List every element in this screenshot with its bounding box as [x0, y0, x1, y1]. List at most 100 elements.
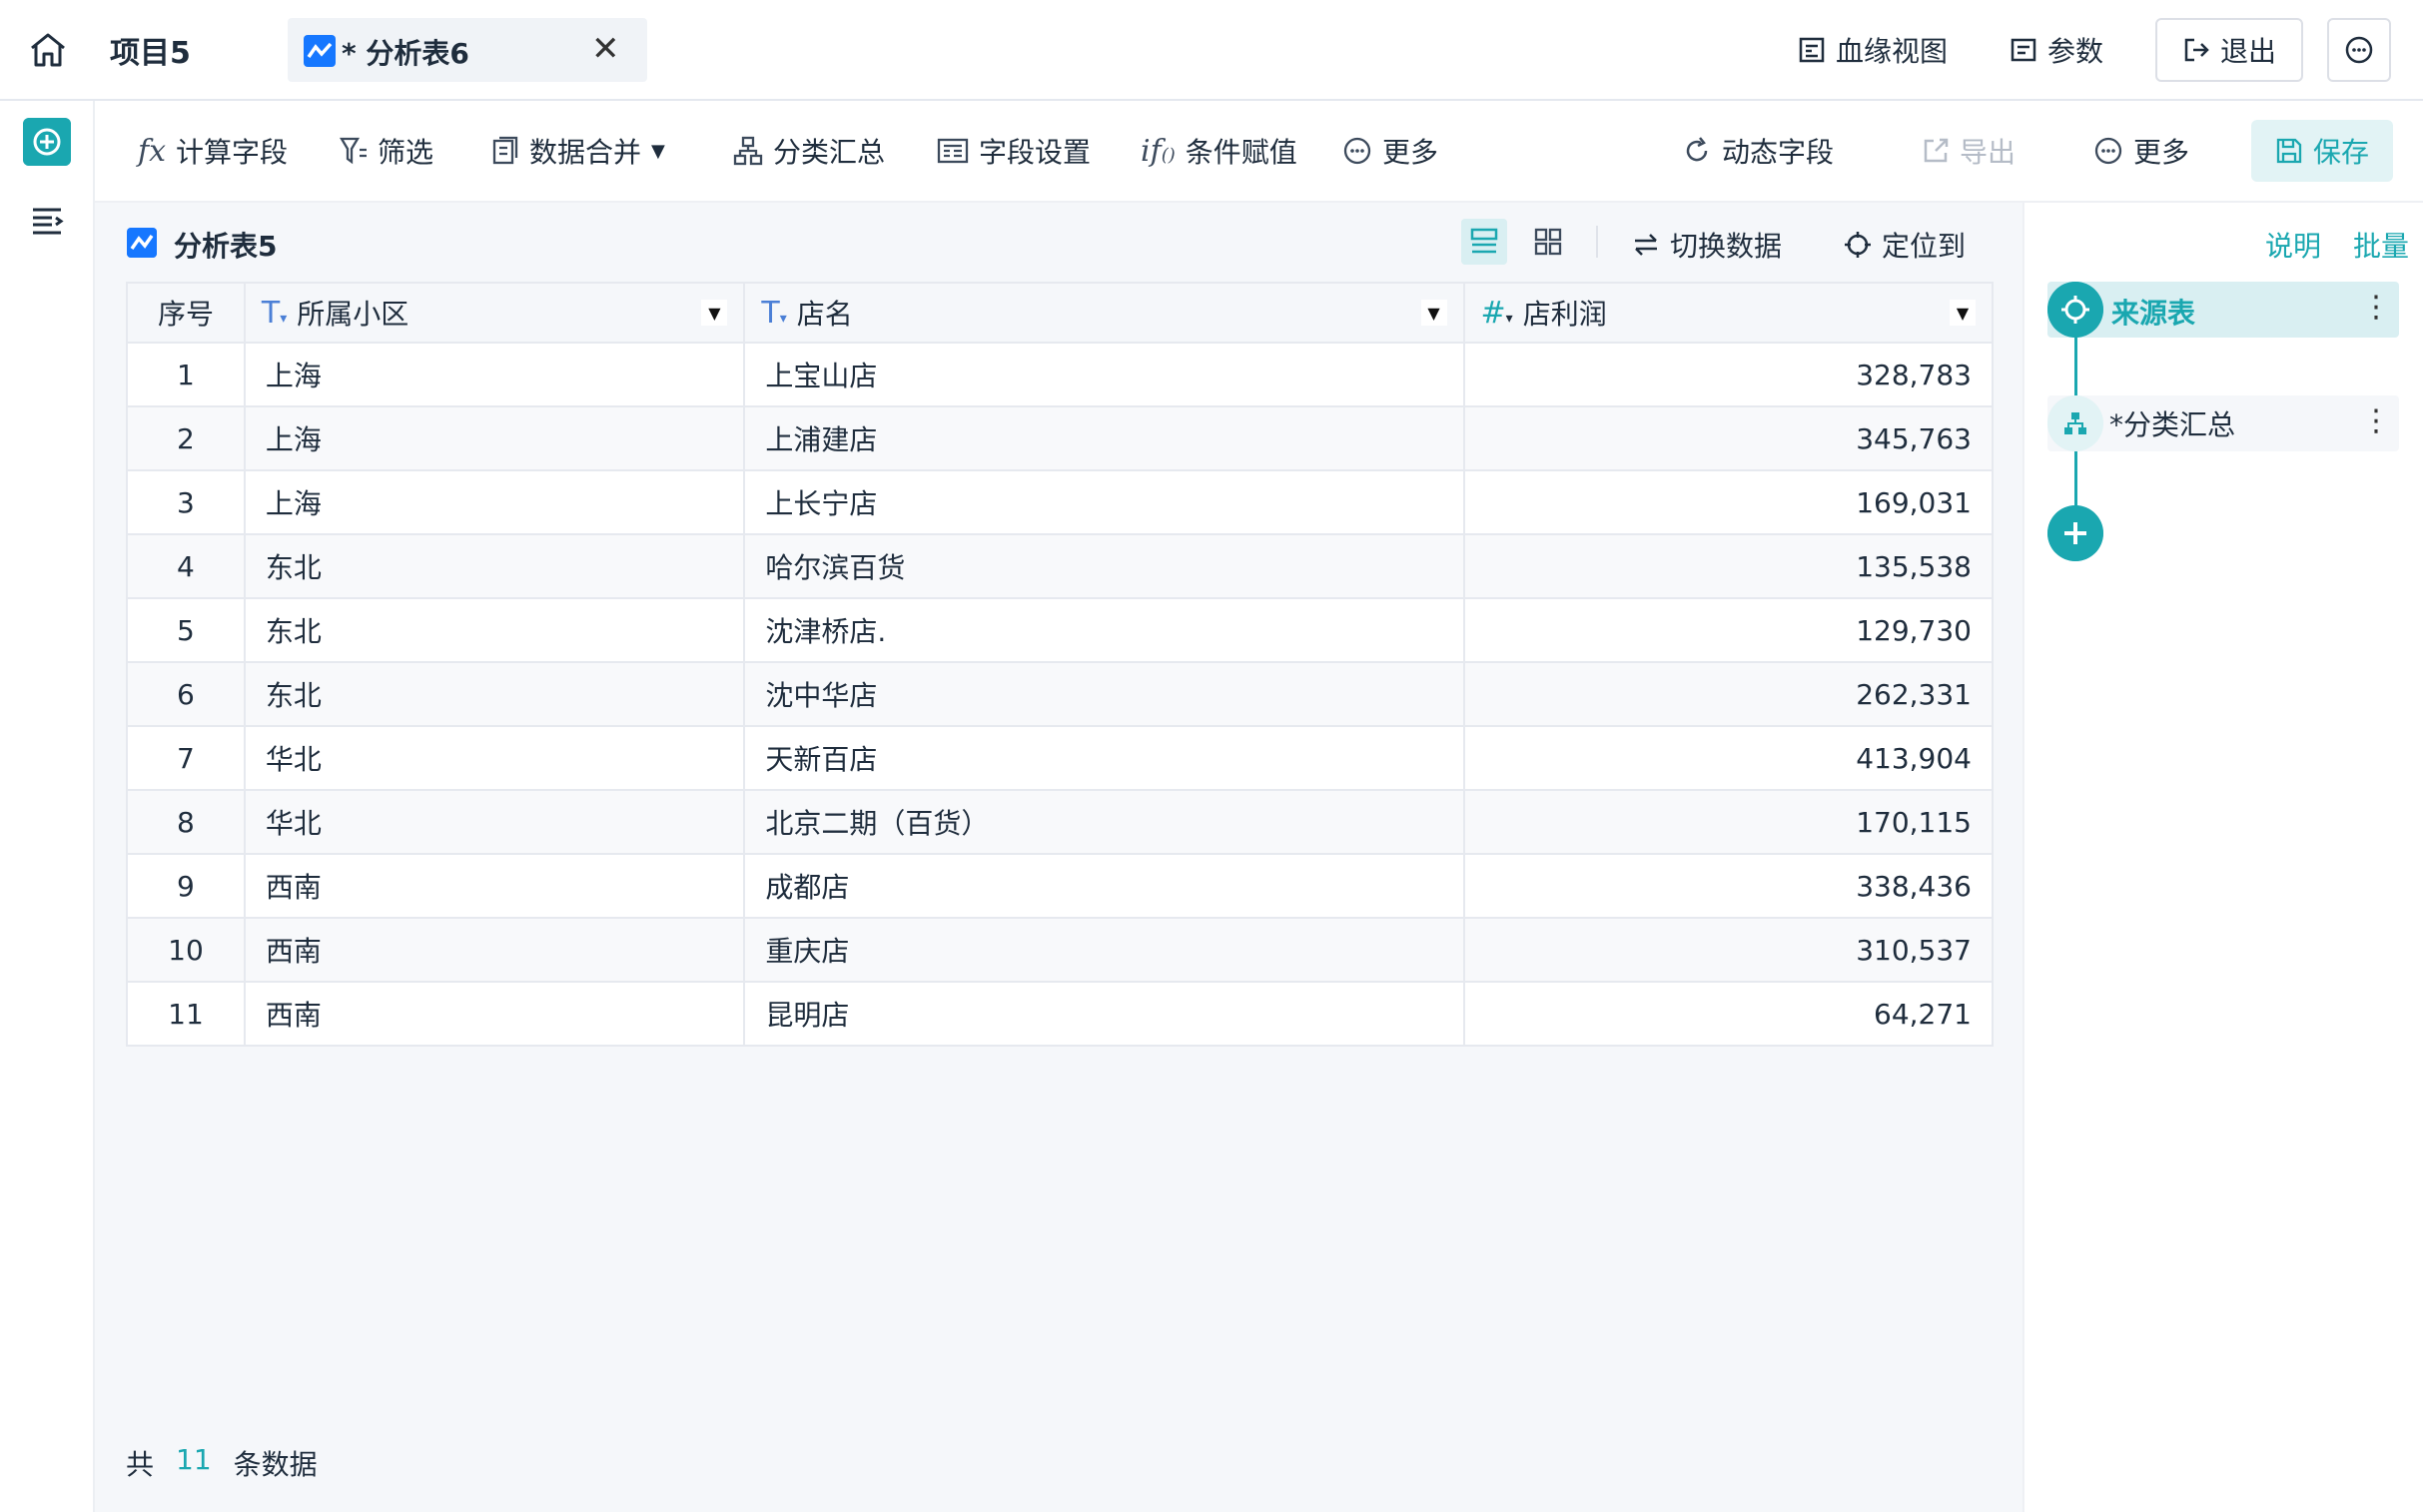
params-button[interactable]: 参数 [2010, 30, 2103, 70]
cell-region: 西南 [243, 981, 746, 1047]
cell-region: 上海 [243, 405, 746, 471]
cell-profit: 169,031 [1462, 469, 1995, 535]
filter-icon [340, 137, 367, 165]
batch-link[interactable]: 批量 [2353, 225, 2409, 265]
if-icon: if() [1141, 133, 1176, 169]
more-tools-button[interactable]: 更多 [1342, 131, 1438, 171]
cell-store: 沈津桥店. [743, 597, 1465, 663]
table-title: 分析表5 [174, 230, 278, 263]
divider [1596, 226, 1598, 258]
table-row[interactable]: 5 东北 沈津桥店. 129,730 [126, 597, 1995, 663]
dropdown-arrow-icon[interactable]: ▼ [701, 300, 728, 326]
more-menu-button[interactable] [2327, 18, 2391, 82]
grid-view-icon[interactable] [1525, 219, 1571, 265]
step-connector [2074, 451, 2077, 507]
table-row[interactable]: 11 西南 昆明店 64,271 [126, 981, 1995, 1047]
cell-store: 上浦建店 [743, 405, 1465, 471]
home-icon[interactable] [28, 32, 68, 68]
cell-profit: 328,783 [1462, 342, 1995, 407]
dropdown-arrow-icon[interactable]: ▼ [1950, 300, 1976, 326]
save-icon [2276, 138, 2302, 164]
locate-label: 定位到 [1882, 230, 1967, 263]
add-step-icon[interactable] [2047, 505, 2103, 561]
lineage-view-button[interactable]: 血缘视图 [1798, 30, 1948, 70]
exit-button[interactable]: 退出 [2155, 18, 2303, 82]
conditional-assign-button[interactable]: if() 条件赋值 [1141, 131, 1297, 171]
filter-button[interactable]: 筛选 [340, 131, 433, 171]
cell-store: 昆明店 [743, 981, 1465, 1047]
row-count-prefix: 共 [126, 1448, 155, 1481]
refresh-icon [1686, 137, 1708, 162]
column-header-label: 店利润 [1522, 298, 1607, 331]
column-header-store[interactable]: T▾ 店名 ▼ [743, 282, 1465, 344]
cell-profit: 129,730 [1462, 597, 1995, 663]
calc-field-button[interactable]: fx 计算字段 [138, 131, 288, 171]
list-collapse-icon[interactable] [30, 206, 64, 236]
hierarchy-icon [733, 136, 763, 166]
more-actions-button[interactable]: 更多 [2093, 131, 2189, 171]
dropdown-arrow-icon[interactable]: ▼ [1420, 300, 1447, 326]
cell-store: 成都店 [743, 853, 1465, 919]
column-header-label: 店名 [796, 298, 853, 331]
column-header-region[interactable]: T▾ 所属小区 ▼ [243, 282, 746, 344]
tab-label: * 分析表6 [342, 37, 469, 70]
ellipsis-circle-icon [2345, 36, 2373, 64]
cell-index: 5 [126, 597, 246, 663]
close-icon[interactable]: ✕ [591, 30, 620, 68]
dynamic-field-label: 动态字段 [1722, 136, 1835, 169]
lineage-icon [1799, 37, 1825, 63]
add-icon[interactable] [23, 118, 71, 166]
table-row[interactable]: 3 上海 上长宁店 169,031 [126, 469, 1995, 535]
cell-profit: 135,538 [1462, 533, 1995, 599]
cell-region: 华北 [243, 725, 746, 791]
calc-field-label: 计算字段 [176, 136, 289, 169]
kebab-menu-icon[interactable]: ⋮ [2361, 403, 2391, 438]
merge-data-button[interactable]: 数据合并 ▼ [491, 131, 665, 171]
cell-index: 1 [126, 342, 246, 407]
merge-icon [492, 136, 518, 165]
export-button[interactable]: 导出 [1922, 131, 2016, 171]
dynamic-field-button[interactable]: 动态字段 [1682, 131, 1834, 171]
cell-index: 9 [126, 853, 246, 919]
column-header-profit[interactable]: #▾ 店利润 ▼ [1462, 282, 1995, 344]
switch-data-button[interactable]: 切换数据 [1632, 225, 1782, 265]
table-row[interactable]: 7 华北 天新百店 413,904 [126, 725, 1995, 791]
field-settings-button[interactable]: 字段设置 [937, 131, 1091, 171]
left-rail [0, 101, 95, 1512]
kebab-menu-icon[interactable]: ⋮ [2361, 290, 2391, 325]
cell-store: 天新百店 [743, 725, 1465, 791]
number-type-icon: #▾ [1480, 295, 1513, 331]
list-view-icon[interactable] [1461, 219, 1507, 265]
table-row[interactable]: 6 东北 沈中华店 262,331 [126, 661, 1995, 727]
exit-label: 退出 [2219, 35, 2276, 68]
cell-region: 上海 [243, 469, 746, 535]
row-count-value: 11 [176, 1443, 212, 1476]
analysis-table-icon [304, 35, 336, 67]
cell-region: 西南 [243, 853, 746, 919]
group-summary-button[interactable]: 分类汇总 [733, 131, 885, 171]
crosshair-icon [2047, 282, 2103, 338]
ellipsis-circle-icon [1343, 137, 1371, 165]
table-row[interactable]: 1 上海 上宝山店 328,783 [126, 342, 1995, 407]
save-button[interactable]: 保存 [2251, 120, 2393, 182]
analysis-table-icon [127, 228, 157, 258]
cell-store: 北京二期（百货） [743, 789, 1465, 855]
cell-store: 哈尔滨百货 [743, 533, 1465, 599]
table-row[interactable]: 9 西南 成都店 338,436 [126, 853, 1995, 919]
cell-profit: 262,331 [1462, 661, 1995, 727]
cell-profit: 413,904 [1462, 725, 1995, 791]
step-group-summary-label: *分类汇总 [2109, 408, 2236, 441]
locate-button[interactable]: 定位到 [1844, 225, 1966, 265]
export-label: 导出 [1960, 136, 2017, 169]
fx-icon: fx [138, 133, 167, 169]
description-link[interactable]: 说明 [2265, 225, 2321, 265]
switch-data-label: 切换数据 [1670, 230, 1783, 263]
more-actions-label: 更多 [2133, 136, 2190, 169]
cell-index: 7 [126, 725, 246, 791]
table-row[interactable]: 2 上海 上浦建店 345,763 [126, 405, 1995, 471]
params-icon [2011, 38, 2036, 62]
cell-index: 10 [126, 917, 246, 983]
table-row[interactable]: 8 华北 北京二期（百货） 170,115 [126, 789, 1995, 855]
table-row[interactable]: 4 东北 哈尔滨百货 135,538 [126, 533, 1995, 599]
table-row[interactable]: 10 西南 重庆店 310,537 [126, 917, 1995, 983]
